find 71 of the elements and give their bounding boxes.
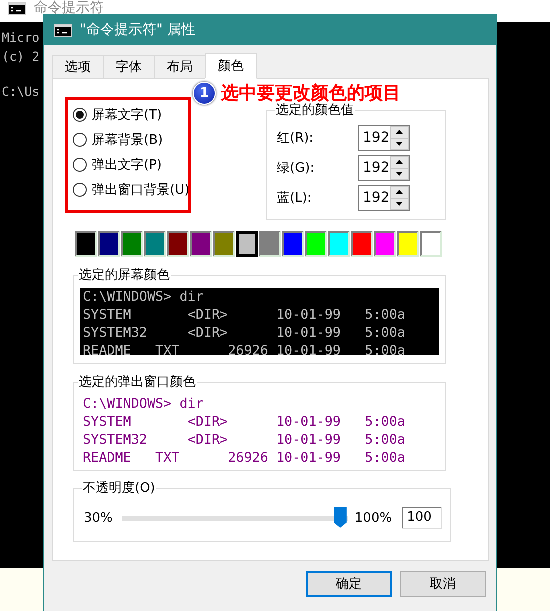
preview-line: README TXT 26926 10-01-99 5:00a (83, 450, 406, 462)
color-swatch[interactable] (328, 231, 350, 257)
down-caret-icon (396, 202, 403, 206)
spin-up-button[interactable] (391, 157, 408, 168)
spin-down-button[interactable] (391, 168, 408, 179)
tab[interactable]: 字体 (103, 55, 154, 79)
preview-line: SYSTEM32 <DIR> 10-01-99 5:00a (83, 325, 406, 343)
color-swatch[interactable] (98, 231, 120, 257)
group-title: 不透明度(O) (82, 480, 156, 497)
group-title: 选定的屏幕颜色 (78, 267, 171, 284)
color-swatch[interactable] (397, 231, 419, 257)
tab[interactable]: 选项 (52, 55, 103, 79)
tab[interactable]: 颜色 (205, 53, 257, 79)
down-caret-icon (396, 172, 403, 176)
slider-max-label: 100% (354, 510, 392, 526)
down-caret-icon (396, 142, 403, 146)
slider-thumb[interactable] (334, 507, 347, 528)
radio-label[interactable]: 屏幕文字(T) (92, 106, 162, 124)
field-label: 蓝(L): (277, 190, 313, 207)
color-swatch[interactable] (167, 231, 189, 257)
annotation-text: 选中要更改颜色的项目 (221, 82, 401, 104)
color-swatch[interactable] (374, 231, 396, 257)
spin-down-button[interactable] (391, 198, 408, 209)
console-line: C:\Us (2, 84, 40, 101)
ok-button[interactable]: 确定 (306, 571, 392, 597)
up-caret-icon (396, 190, 403, 194)
number-field[interactable]: 192 (358, 185, 410, 211)
radio-label[interactable]: 弹出窗口背景(U) (92, 180, 190, 198)
field-label: 红(R): (277, 130, 315, 147)
up-caret-icon (396, 130, 403, 134)
preview-line: SYSTEM <DIR> 10-01-99 5:00a (83, 307, 406, 325)
spin-down-button[interactable] (391, 138, 408, 149)
spin-up-button[interactable] (391, 187, 408, 198)
color-swatch[interactable] (282, 231, 304, 257)
console-line: Micro (2, 30, 40, 47)
dialog-title: "命令提示符" 属性 (80, 21, 196, 39)
number-field[interactable]: 192 (358, 155, 410, 181)
color-swatch[interactable] (75, 231, 97, 257)
cancel-button[interactable]: 取消 (400, 571, 486, 597)
radio-button[interactable] (73, 108, 87, 122)
up-caret-icon (396, 160, 403, 164)
color-swatch[interactable] (420, 231, 442, 257)
tab[interactable]: 布局 (154, 55, 205, 79)
console-icon (54, 24, 72, 36)
radio-button[interactable] (73, 182, 87, 196)
radio-label[interactable]: 屏幕背景(B) (92, 130, 164, 148)
color-swatch[interactable] (121, 231, 143, 257)
radio-button[interactable] (73, 132, 87, 146)
slider-min-label: 30% (84, 510, 113, 526)
field-label: 绿(G): (277, 160, 316, 177)
color-swatch[interactable] (190, 231, 212, 257)
group-title: 选定的颜色值 (275, 102, 355, 119)
radio-button[interactable] (73, 158, 87, 172)
preview-line: README TXT 26926 10-01-99 5:00a (83, 343, 406, 355)
spin-up-button[interactable] (391, 127, 408, 138)
color-swatch[interactable] (259, 231, 281, 257)
color-swatch[interactable] (305, 231, 327, 257)
window-title: 命令提示符 (34, 0, 104, 17)
preview-line: SYSTEM32 <DIR> 10-01-99 5:00a (83, 432, 406, 450)
color-swatch[interactable] (351, 231, 373, 257)
console-line: (c) 2 (2, 49, 40, 66)
value-field[interactable]: 100 (402, 507, 442, 529)
group-title: 选定的弹出窗口颜色 (78, 374, 197, 391)
preview-line: C:\WINDOWS> dir (83, 396, 205, 414)
color-swatch[interactable] (144, 231, 166, 257)
color-swatch[interactable] (213, 231, 235, 257)
number-field[interactable]: 192 (358, 125, 410, 151)
color-swatch[interactable] (236, 231, 258, 257)
radio-label[interactable]: 弹出文字(P) (92, 156, 162, 174)
preview-line: C:\WINDOWS> dir (83, 289, 205, 307)
preview-line: SYSTEM <DIR> 10-01-99 5:00a (83, 414, 406, 432)
